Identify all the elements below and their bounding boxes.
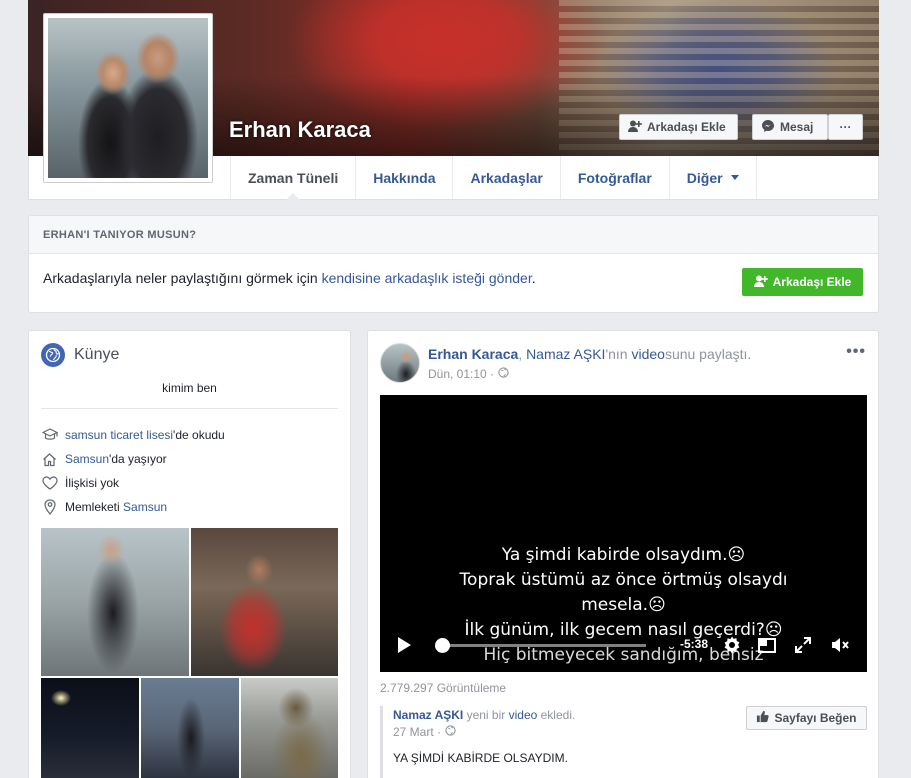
video-progress-track[interactable] <box>443 644 646 647</box>
shared-text: YA ŞİMDİ KABİRDE OLSAYDIM. <box>393 751 568 765</box>
shared-mid: yeni bir <box>463 708 509 722</box>
fullscreen-icon[interactable] <box>793 635 813 655</box>
city-link[interactable]: Samsun <box>65 452 109 466</box>
post-mid: 'nın <box>605 346 632 362</box>
like-page-button[interactable]: Sayfayı Beğen <box>746 706 867 730</box>
shared-video-link[interactable]: video <box>509 708 538 722</box>
fact-hometown: Memleketi Samsun <box>41 495 225 519</box>
video-subtitle: Ya şimdi kabirde olsaydım.☹ <box>501 545 746 565</box>
intro-card: Künye kimim ben samsun ticaret lisesi'de… <box>28 330 351 778</box>
page-link[interactable]: Namaz AŞKI <box>526 346 605 362</box>
nav-tabs: Zaman Tüneli Hakkında Arkadaşlar Fotoğra… <box>230 156 757 200</box>
timeline-post: Erhan Karaca, Namaz AŞKI'nın videosunu p… <box>367 330 879 778</box>
video-scrubber[interactable] <box>435 638 450 653</box>
fact-text: İlişkisi yok <box>65 476 120 490</box>
tab-photos[interactable]: Fotoğraflar <box>559 156 669 199</box>
fact-education: samsun ticaret lisesi'de okudu <box>41 423 225 447</box>
profile-photo <box>48 18 208 178</box>
photo-thumbnail[interactable] <box>141 678 239 778</box>
fact-text: 'da yaşıyor <box>109 452 167 466</box>
like-page-label: Sayfayı Beğen <box>774 711 857 725</box>
globe-icon <box>41 343 65 367</box>
thumbs-up-icon <box>756 710 770 726</box>
add-friend-button[interactable]: Arkadaşı Ekle <box>619 114 738 140</box>
tab-about[interactable]: Hakkında <box>355 156 452 199</box>
post-options-button[interactable]: ••• <box>846 343 866 361</box>
fact-relationship: İlişkisi yok <box>41 471 225 495</box>
post-end: sunu paylaştı. <box>664 346 752 362</box>
photo-thumbnail[interactable] <box>241 678 338 778</box>
post-time-text[interactable]: Dün, 01:10 · <box>428 367 494 381</box>
video-remaining-time: -5:38 <box>680 637 709 651</box>
photo-thumbnail[interactable] <box>191 528 338 676</box>
bio-text: kimim ben <box>162 381 217 395</box>
chevron-down-icon <box>730 175 739 180</box>
play-icon[interactable] <box>398 637 411 653</box>
author-link[interactable]: Erhan Karaca <box>428 346 518 362</box>
messenger-icon <box>761 119 775 136</box>
tab-label: Fotoğraflar <box>577 169 652 186</box>
profile-name[interactable]: Erhan Karaca <box>229 117 371 143</box>
shared-time-text[interactable]: 27 Mart · <box>393 725 441 739</box>
tab-label: Zaman Tüneli <box>248 169 339 186</box>
education-icon <box>41 427 58 444</box>
video-link[interactable]: video <box>631 346 664 362</box>
tab-label: Hakkında <box>373 169 436 186</box>
home-icon <box>41 451 58 468</box>
hometown-link[interactable]: Samsun <box>123 500 167 514</box>
mute-icon[interactable] <box>830 635 850 655</box>
add-friend-icon <box>753 275 768 290</box>
tab-label: Arkadaşlar <box>470 169 543 186</box>
video-subtitle: Toprak üstümü az önce örtmüş olsaydı <box>459 570 788 590</box>
more-options-button[interactable]: ··· <box>828 114 863 140</box>
location-icon <box>41 499 58 516</box>
photo-thumbnail[interactable] <box>41 678 139 778</box>
shared-end: ekledi. <box>537 708 576 722</box>
intro-title: Künye <box>41 343 119 367</box>
avatar[interactable] <box>380 343 420 383</box>
school-link[interactable]: samsun ticaret lisesi <box>65 428 173 442</box>
photo-thumbnail[interactable] <box>41 528 189 676</box>
more-icon: ··· <box>839 120 852 134</box>
shared-page-link[interactable]: Namaz AŞKI <box>393 708 463 722</box>
heart-icon <box>41 475 58 492</box>
intro-title-text: Künye <box>74 346 120 363</box>
message-label: Mesaj <box>780 120 814 134</box>
fact-lives-in: Samsun'da yaşıyor <box>41 447 225 471</box>
picture-in-picture-icon[interactable] <box>757 635 777 655</box>
know-text-after: . <box>531 270 536 286</box>
add-friend-label: Arkadaşı Ekle <box>647 120 726 134</box>
send-friend-request-link[interactable]: kendisine arkadaşlık isteği gönder <box>322 270 532 286</box>
profile-picture[interactable] <box>43 13 213 183</box>
video-player[interactable]: Ya şimdi kabirde olsaydım.☹ Toprak üstüm… <box>380 395 867 672</box>
post-header: Erhan Karaca, Namaz AŞKI'nın videosunu p… <box>428 346 751 362</box>
fact-text: 'de okudu <box>173 428 225 442</box>
globe-icon <box>498 367 509 381</box>
video-controls: -5:38 <box>380 630 867 660</box>
message-button[interactable]: Mesaj <box>752 114 828 140</box>
tab-timeline[interactable]: Zaman Tüneli <box>230 156 355 200</box>
add-friend-icon <box>628 120 642 135</box>
view-count: 2.779.297 Görüntüleme <box>380 681 507 695</box>
add-friend-label: Arkadaşı Ekle <box>772 275 852 289</box>
globe-icon <box>445 725 456 739</box>
tab-label: Diğer <box>686 169 723 186</box>
post-timestamp: Dün, 01:10 · <box>428 367 509 381</box>
add-friend-green-button[interactable]: Arkadaşı Ekle <box>742 268 863 296</box>
know-him-header: ERHAN'I TANIYOR MUSUN? <box>29 216 878 254</box>
shared-attachment: Namaz AŞKI yeni bir video ekledi. 27 Mar… <box>380 706 867 778</box>
tab-more[interactable]: Diğer <box>668 156 757 199</box>
know-him-panel: ERHAN'I TANIYOR MUSUN? Arkadaşlarıyla ne… <box>28 215 879 313</box>
shared-timestamp: 27 Mart · <box>393 725 456 739</box>
post-sep: , <box>518 346 527 362</box>
fact-prefix: Memleketi <box>65 500 124 514</box>
divider <box>41 408 338 409</box>
intro-facts: samsun ticaret lisesi'de okudu Samsun'da… <box>41 423 225 519</box>
shared-header: Namaz AŞKI yeni bir video ekledi. <box>393 708 575 722</box>
video-subtitle: mesela.☹ <box>581 595 666 615</box>
know-him-text: Arkadaşlarıyla neler paylaştığını görmek… <box>43 270 536 286</box>
know-text-before: Arkadaşlarıyla neler paylaştığını görmek… <box>43 270 322 286</box>
tab-friends[interactable]: Arkadaşlar <box>452 156 559 199</box>
settings-gear-icon[interactable] <box>722 635 742 655</box>
